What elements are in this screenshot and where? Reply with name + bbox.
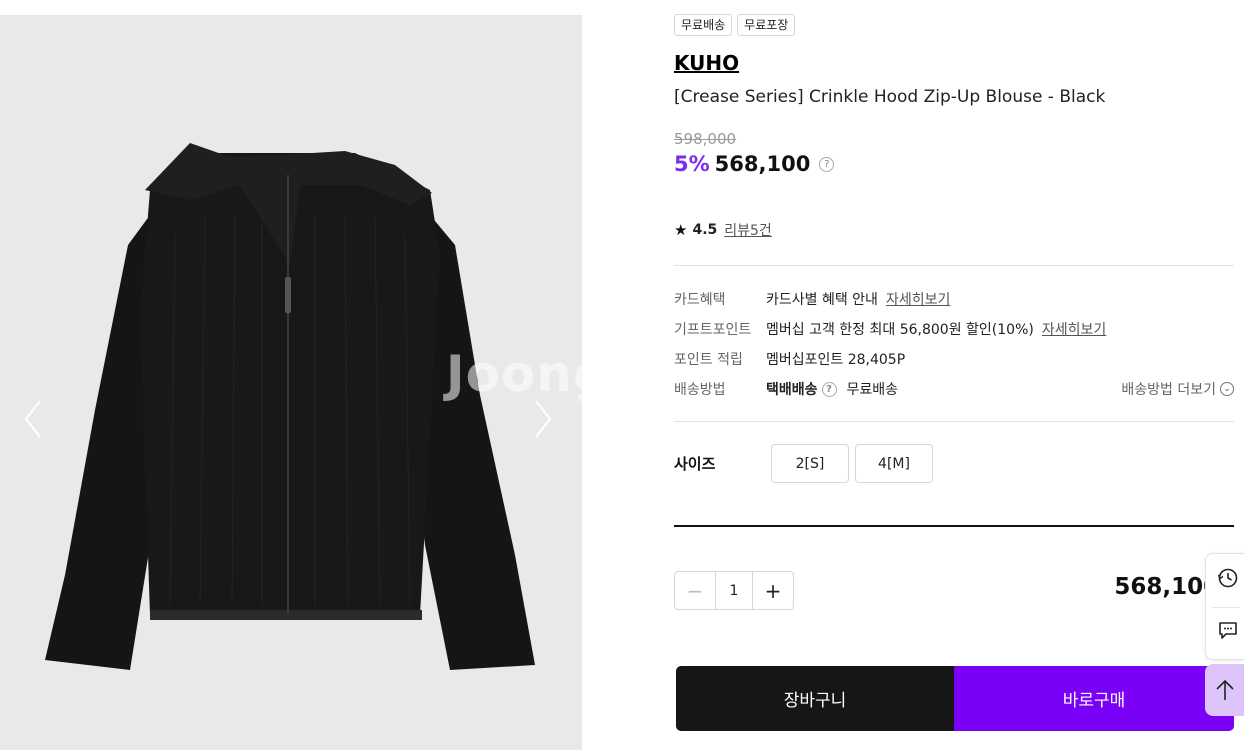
rating-value: 4.5 (692, 222, 718, 238)
divider (674, 265, 1234, 266)
minus-icon[interactable]: − (675, 572, 715, 609)
star-icon: ★ (674, 221, 688, 239)
shipping-more-label: 배송방법 더보기 (1121, 382, 1216, 398)
help-icon[interactable]: ? (821, 381, 837, 397)
shipping-fee: 무료배송 (846, 382, 899, 398)
chevron-down-icon: ⌄ (1220, 382, 1234, 396)
scroll-top-button[interactable] (1205, 664, 1244, 716)
floating-menu (1205, 553, 1244, 660)
gift-point-detail-link[interactable]: 자세히보기 (1042, 319, 1106, 339)
benefit-shipping: 배송방법 택배배송 ? 무료배송 배송방법 더보기 ⌄ (674, 374, 1234, 404)
benefit-card: 카드혜택 카드사별 혜택 안내 자세히보기 (674, 284, 1234, 314)
watermark-text: Joong (446, 345, 582, 403)
original-price: 598,000 (674, 130, 737, 148)
discount-rate: 5% (674, 152, 710, 176)
size-option-s[interactable]: 2[S] (771, 444, 849, 483)
brand-link[interactable]: KUHO (674, 51, 739, 75)
review-link[interactable]: 리뷰5건 (724, 220, 772, 240)
help-icon[interactable]: ? (819, 156, 835, 172)
badge-list: 무료배송 무료포장 (674, 14, 796, 36)
benefit-label: 포인트 적립 (674, 352, 743, 368)
total-amount: 568,100 (1114, 574, 1220, 600)
benefit-point: 포인트 적립 멤버십포인트 28,405P (674, 344, 1234, 374)
badge-free-shipping: 무료배송 (674, 14, 733, 36)
benefit-label: 기프트포인트 (674, 322, 752, 338)
sale-price: 568,100 (714, 152, 811, 176)
divider (674, 421, 1234, 422)
add-to-cart-button[interactable]: 장바구니 (676, 666, 954, 731)
arrow-up-icon (1216, 679, 1234, 700)
shipping-method: 택배배송 ? (766, 379, 837, 399)
benefit-gift-point: 기프트포인트 멤버십 고객 한정 최대 56,800원 할인(10%) 자세히보… (674, 314, 1234, 344)
price-row: 5% 568,100 ? (674, 152, 835, 176)
chat-icon[interactable] (1217, 619, 1239, 641)
product-title: [Crease Series] Crinkle Hood Zip-Up Blou… (674, 87, 1106, 107)
quantity-value[interactable]: 1 (715, 572, 753, 609)
size-option-m[interactable]: 4[M] (855, 444, 933, 483)
benefit-label: 카드혜택 (674, 292, 726, 308)
benefit-value: 카드사별 혜택 안내 (766, 292, 878, 308)
chevron-right-icon[interactable] (528, 395, 558, 443)
size-option: 사이즈 2[S] 4[M] (674, 444, 939, 483)
shipping-method-label: 택배배송 (766, 382, 818, 398)
divider (1212, 607, 1240, 608)
benefit-list: 카드혜택 카드사별 혜택 안내 자세히보기 기프트포인트 멤버십 고객 한정 최… (674, 284, 1234, 404)
shipping-more-button[interactable]: 배송방법 더보기 ⌄ (1121, 379, 1234, 399)
badge-free-wrapping: 무료포장 (737, 14, 796, 36)
buy-now-button[interactable]: 바로구매 (954, 666, 1234, 731)
rating-row: ★ 4.5 리뷰5건 (674, 220, 772, 240)
size-label: 사이즈 (674, 455, 716, 473)
benefit-value: 멤버십포인트 28,405P (766, 352, 906, 368)
plus-icon[interactable]: + (753, 572, 793, 609)
benefit-label: 배송방법 (674, 382, 726, 398)
quantity-stepper: − 1 + (674, 571, 794, 610)
card-detail-link[interactable]: 자세히보기 (886, 289, 950, 309)
product-gallery: Joong (0, 15, 582, 750)
divider (674, 525, 1234, 527)
chevron-left-icon[interactable] (18, 395, 48, 443)
history-icon[interactable] (1217, 567, 1239, 589)
benefit-value: 멤버십 고객 한정 최대 56,800원 할인(10%) (766, 322, 1034, 338)
